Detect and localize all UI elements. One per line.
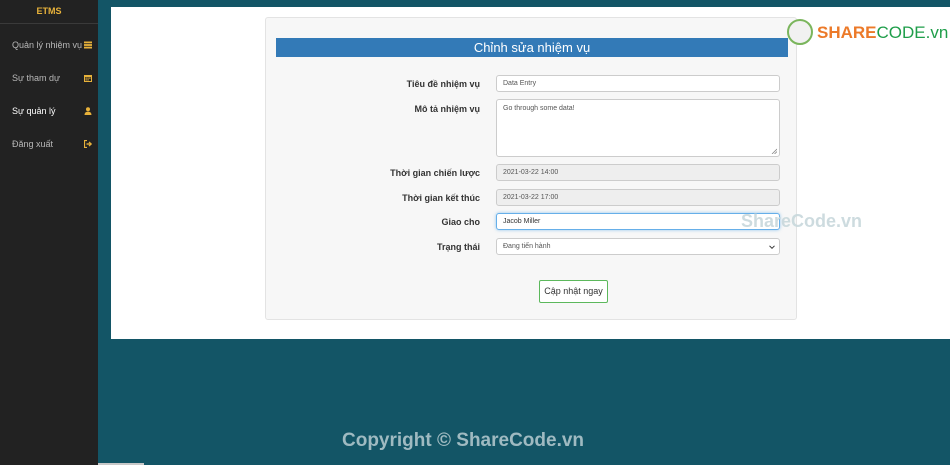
start-time-input[interactable]: 2021-03-22 14:00 [496, 164, 780, 181]
sidebar-item-label: Đăng xuất [12, 138, 54, 149]
sidebar-item-label: Sự quản lý [12, 105, 56, 116]
description-label: Mô tả nhiệm vụ [414, 104, 480, 114]
sidebar-item-attendance[interactable]: Sự tham dự [0, 61, 98, 94]
watermark-center: ShareCode.vn [740, 211, 862, 231]
chevron-down-icon [769, 245, 775, 250]
status-selected-value: Đang tiến hành [503, 243, 551, 250]
sidebar: ETMS Quản lý nhiệm vụ Sự tham dự Sự quản… [0, 0, 98, 465]
sidebar-item-management[interactable]: Sự quản lý [0, 94, 98, 127]
end-time-label: Thời gian kết thúc [402, 193, 480, 203]
main-content: Chỉnh sửa nhiệm vụ Tiêu đề nhiệm vụ Data… [111, 7, 950, 339]
assign-label: Giao cho [441, 217, 480, 227]
sidebar-item-logout[interactable]: Đăng xuất [0, 127, 98, 160]
sharecode-logo: SHARECODE.vn [785, 15, 949, 51]
logo-emblem-icon [787, 19, 813, 45]
description-textarea[interactable]: Go through some data! [496, 99, 780, 157]
end-time-input[interactable]: 2021-03-22 17:00 [496, 189, 780, 206]
update-button[interactable]: Cập nhật ngay [539, 280, 608, 303]
logo-text: SHARECODE.vn [817, 23, 949, 42]
status-select[interactable]: Đang tiến hành [496, 238, 780, 255]
sidebar-item-label: Sự tham dự [12, 72, 61, 83]
brand-title[interactable]: ETMS [0, 0, 98, 24]
tasks-icon [84, 41, 92, 48]
resize-handle-icon[interactable] [771, 148, 777, 154]
edit-task-card: Chỉnh sửa nhiệm vụ Tiêu đề nhiệm vụ Data… [265, 17, 797, 320]
logout-icon [84, 139, 92, 148]
calendar-icon [84, 74, 92, 82]
sidebar-item-label: Quản lý nhiệm vụ [12, 39, 83, 50]
task-title-label: Tiêu đề nhiệm vụ [406, 79, 480, 89]
copyright-watermark: Copyright © ShareCode.vn [342, 430, 585, 451]
task-title-input[interactable]: Data Entry [496, 75, 780, 92]
sidebar-item-tasks[interactable]: Quản lý nhiệm vụ [0, 28, 98, 61]
status-label: Trạng thái [436, 242, 480, 252]
start-time-label: Thời gian chiến lược [390, 168, 480, 178]
user-icon [84, 106, 92, 115]
page-title: Chỉnh sửa nhiệm vụ [276, 38, 788, 57]
assign-input[interactable]: Jacob Miller [496, 213, 780, 230]
description-text: Go through some data! [503, 105, 575, 112]
